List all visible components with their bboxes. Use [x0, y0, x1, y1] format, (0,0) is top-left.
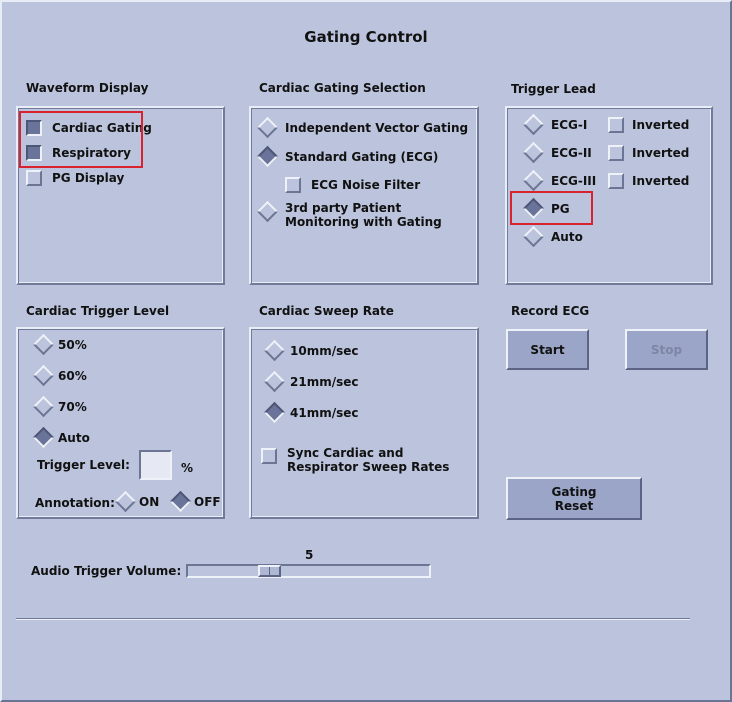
- ecg-i-radio[interactable]: ECG-I: [522, 113, 587, 136]
- ecg-ii-inverted-check-icon[interactable]: [608, 145, 624, 161]
- independent-vector-radio-icon[interactable]: [256, 116, 279, 139]
- sweep-10-radio-icon[interactable]: [263, 339, 286, 362]
- trigger-70-radio[interactable]: 70%: [32, 395, 87, 418]
- sync-sweep-rates-checkbox[interactable]: Sync Cardiac and Respirator Sweep Rates: [261, 446, 471, 474]
- annotation-on-radio[interactable]: ON: [114, 490, 159, 513]
- annotation-label: Annotation:: [35, 496, 115, 510]
- ecg-iii-inverted-check-icon[interactable]: [608, 173, 624, 189]
- trigger-50-radio[interactable]: 50%: [32, 333, 87, 356]
- trigger-60-radio-icon[interactable]: [32, 364, 55, 387]
- sweep-10-radio[interactable]: 10mm/sec: [263, 339, 358, 362]
- independent-vector-gating-radio[interactable]: Independent Vector Gating: [256, 116, 468, 139]
- ecg-i-inverted-check-icon[interactable]: [608, 117, 624, 133]
- stop-button[interactable]: Stop: [625, 329, 708, 370]
- standard-gating-radio[interactable]: Standard Gating (ECG): [256, 145, 438, 168]
- third-party-radio-icon[interactable]: [256, 200, 279, 223]
- ecg-ii-radio[interactable]: ECG-II: [522, 141, 592, 164]
- trigger-level-text-label: Trigger Level:: [37, 458, 130, 472]
- standard-gating-radio-icon[interactable]: [256, 145, 279, 168]
- ecg-ii-radio-icon[interactable]: [522, 141, 545, 164]
- third-party-monitoring-radio[interactable]: 3rd party Patient Monitoring with Gating: [256, 200, 471, 229]
- trigger-70-radio-icon[interactable]: [32, 395, 55, 418]
- trigger-60-radio[interactable]: 60%: [32, 364, 87, 387]
- ecg-i-inverted-checkbox[interactable]: Inverted: [608, 117, 689, 133]
- ecg-ii-inverted-checkbox[interactable]: Inverted: [608, 145, 689, 161]
- ecg-i-radio-icon[interactable]: [522, 113, 545, 136]
- ecg-iii-inverted-checkbox[interactable]: Inverted: [608, 173, 689, 189]
- sweep-21-radio[interactable]: 21mm/sec: [263, 370, 358, 393]
- ecg-iii-radio[interactable]: ECG-III: [522, 169, 596, 192]
- auto-lead-radio[interactable]: Auto: [522, 225, 583, 248]
- trigger-level-input[interactable]: [139, 450, 172, 480]
- ecg-noise-filter-checkbox[interactable]: ECG Noise Filter: [285, 177, 420, 193]
- sync-sweep-rates-check-icon[interactable]: [261, 448, 277, 464]
- bottom-separator: [16, 618, 690, 620]
- pg-display-checkbox[interactable]: PG Display: [26, 170, 124, 186]
- trigger-50-radio-icon[interactable]: [32, 333, 55, 356]
- annotation-on-radio-icon[interactable]: [114, 490, 137, 513]
- cardiac-trigger-level-group: [16, 327, 225, 519]
- annotation-off-radio[interactable]: OFF: [169, 490, 221, 513]
- ecg-noise-filter-check-icon[interactable]: [285, 177, 301, 193]
- audio-volume-slider-thumb[interactable]: [258, 565, 281, 577]
- trigger-auto-radio[interactable]: Auto: [32, 426, 90, 449]
- ecg-iii-radio-icon[interactable]: [522, 169, 545, 192]
- window-title: Gating Control: [304, 28, 428, 46]
- start-button[interactable]: Start: [506, 329, 589, 370]
- sweep-41-radio[interactable]: 41mm/sec: [263, 401, 358, 424]
- audio-volume-slider[interactable]: [186, 564, 431, 578]
- audio-trigger-volume-label: Audio Trigger Volume:: [31, 564, 182, 578]
- cardiac-sweep-rate-label: Cardiac Sweep Rate: [259, 304, 394, 318]
- sweep-21-radio-icon[interactable]: [263, 370, 286, 393]
- waveform-display-label: Waveform Display: [26, 81, 149, 95]
- auto-lead-radio-icon[interactable]: [522, 225, 545, 248]
- trigger-lead-label: Trigger Lead: [511, 82, 596, 96]
- annotation-off-radio-icon[interactable]: [169, 490, 192, 513]
- percent-label: %: [181, 461, 194, 475]
- sweep-41-radio-icon[interactable]: [263, 401, 286, 424]
- audio-volume-value: 5: [305, 548, 314, 562]
- cardiac-gating-selection-label: Cardiac Gating Selection: [259, 81, 426, 95]
- trigger-auto-radio-icon[interactable]: [32, 426, 55, 449]
- gating-reset-button[interactable]: Gating Reset: [506, 477, 642, 520]
- cardiac-trigger-level-label: Cardiac Trigger Level: [26, 304, 170, 318]
- pg-display-check-icon[interactable]: [26, 170, 42, 186]
- record-ecg-label: Record ECG: [511, 304, 590, 318]
- highlight-box-pg: [510, 191, 593, 225]
- highlight-box-waveform: [19, 111, 143, 168]
